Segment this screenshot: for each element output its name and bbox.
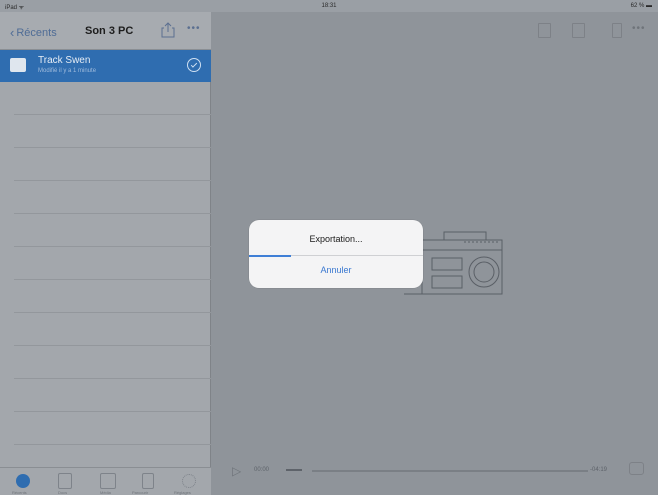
tab-bar: Récents Docs Média Parcourir Réglages [0, 467, 211, 495]
dialog-title: Exportation... [309, 234, 363, 244]
export-progress-fill [249, 255, 291, 257]
track-subtitle: Modifié il y a 1 minute [38, 68, 97, 74]
chevron-left-icon: ‹ [10, 25, 15, 40]
main-nav-bar: ••• [212, 12, 658, 50]
browse-icon[interactable] [142, 473, 154, 489]
list-divider [14, 345, 211, 346]
tab-label-media: Média [100, 490, 111, 495]
tab-label-browse: Parcourir [132, 490, 149, 495]
list-divider [14, 312, 211, 313]
sidebar: ‹ Récents Son 3 PC ••• Track Swen Modifi… [0, 12, 211, 495]
player-bar: ▷ 00:00 -04:19 [212, 457, 658, 495]
play-icon[interactable]: ▷ [232, 464, 241, 478]
media-icon[interactable] [100, 473, 116, 489]
list-divider [14, 147, 211, 148]
track-thumbnail-icon [10, 58, 26, 72]
cancel-button[interactable]: Annuler [249, 265, 423, 275]
list-divider [14, 444, 211, 445]
export-progress-dialog: Exportation... Annuler [249, 220, 423, 288]
list-divider [14, 378, 211, 379]
sidebar-nav-bar: ‹ Récents Son 3 PC ••• [0, 12, 211, 50]
status-bar: iPad ᯤ 18:31 62 % ▬ [0, 0, 658, 12]
playhead-marker[interactable] [286, 469, 302, 471]
battery-label: 62 % ▬ [630, 3, 652, 9]
comment-icon[interactable] [629, 462, 644, 475]
back-button[interactable]: ‹ Récents [10, 25, 57, 40]
list-divider [14, 180, 211, 181]
checkmark-icon[interactable] [187, 58, 201, 72]
share-icon[interactable] [161, 22, 175, 38]
tab-label-recents: Récents [12, 490, 27, 495]
list-divider [14, 114, 211, 115]
tab-label-docs: Docs [58, 490, 68, 495]
more-button[interactable]: ••• [187, 23, 201, 34]
export-icon[interactable] [538, 23, 551, 38]
playback-scrubber[interactable] [312, 470, 588, 472]
settings-icon[interactable] [182, 474, 196, 488]
recents-icon[interactable] [16, 474, 30, 488]
main-more-button[interactable]: ••• [632, 23, 646, 34]
list-divider [14, 279, 211, 280]
remaining-time-label: -04:19 [590, 467, 608, 473]
current-time-label: 00:00 [254, 467, 270, 473]
back-button-label: Récents [16, 26, 57, 39]
empty-list-area [0, 82, 211, 467]
list-item-track[interactable]: Track Swen Modifié il y a 1 minute [0, 50, 211, 82]
mixer-icon[interactable] [572, 23, 585, 38]
list-divider [14, 411, 211, 412]
list-divider [14, 246, 211, 247]
tab-label-settings: Réglages [174, 490, 191, 495]
clock-label: 18:31 [321, 3, 337, 9]
trash-icon[interactable] [612, 23, 622, 38]
track-name: Track Swen [38, 55, 91, 66]
list-divider [14, 213, 211, 214]
sidebar-title: Son 3 PC [85, 25, 134, 37]
document-icon[interactable] [58, 473, 72, 489]
